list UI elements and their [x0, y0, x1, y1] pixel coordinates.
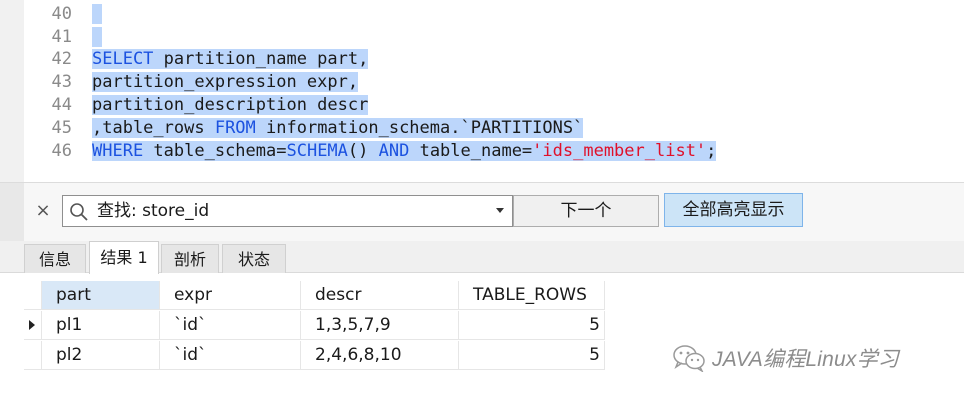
editor-line[interactable]: 45 ,table_rows FROM information_schema.`P… — [0, 117, 964, 140]
code-text: partition_expression expr, — [92, 71, 359, 94]
cell-descr[interactable]: 1,3,5,7,9 — [301, 311, 459, 340]
sql-token: ,table_rows — [92, 118, 215, 138]
code-text — [92, 3, 102, 26]
sql-string: 'ids_member_list' — [532, 141, 707, 161]
close-icon[interactable]: × — [34, 200, 52, 222]
line-number: 46 — [51, 141, 72, 161]
selected-empty-line — [92, 26, 102, 49]
wechat-icon — [673, 345, 705, 372]
tab-status[interactable]: 状态 — [222, 244, 286, 273]
column-header-descr[interactable]: descr — [301, 281, 459, 310]
cell-part[interactable]: pl1 — [42, 311, 160, 340]
editor-line[interactable]: 40 — [0, 3, 964, 26]
editor-line[interactable]: 46 WHERE table_schema=SCHEMA() AND table_… — [0, 140, 964, 163]
selected-empty-line — [92, 3, 102, 26]
current-row-icon — [29, 320, 35, 330]
line-number: 45 — [51, 118, 72, 138]
sql-keyword: SELECT — [92, 49, 154, 69]
find-next-button[interactable]: 下一个 — [513, 195, 659, 227]
selection-highlight: ,table_rows FROM information_schema.`PAR… — [92, 118, 584, 138]
watermark: JAVA编程Linux学习 — [672, 343, 899, 373]
line-number: 41 — [51, 27, 72, 47]
editor-line[interactable]: 43 partition_expression expr, — [0, 71, 964, 94]
sql-keyword: FROM — [214, 118, 256, 138]
highlight-all-button[interactable]: 全部高亮显示 — [664, 193, 803, 227]
selection-highlight — [92, 4, 102, 24]
sql-token: partition_name part, — [153, 49, 369, 69]
selection-highlight: SELECT partition_name part, — [92, 49, 369, 69]
search-icon — [70, 203, 88, 221]
sql-keyword: WHERE — [92, 141, 144, 161]
code-text: WHERE table_schema=SCHEMA() AND table_na… — [92, 140, 717, 163]
sql-token: ; — [706, 141, 717, 161]
sql-token: table_schema= — [143, 141, 287, 161]
cell-expr[interactable]: `id` — [160, 311, 301, 340]
sql-keyword: AND — [378, 141, 410, 161]
cell-table-rows[interactable]: 5 — [459, 311, 605, 340]
selection-highlight — [92, 27, 102, 47]
sql-token: partition_expression expr, — [92, 72, 359, 92]
sql-keyword: SCHEMA — [286, 141, 348, 161]
editor-line[interactable]: 42 SELECT partition_name part, — [0, 48, 964, 71]
sql-token: information_schema.`PARTITIONS` — [255, 118, 584, 138]
row-selector[interactable] — [24, 341, 42, 370]
tab-info[interactable]: 信息 — [24, 244, 86, 273]
code-text: SELECT partition_name part, — [92, 48, 369, 71]
selection-highlight: partition_description descr — [92, 95, 369, 115]
selection-highlight: partition_expression expr, — [92, 72, 359, 92]
cell-descr[interactable]: 2,4,6,8,10 — [301, 341, 459, 370]
cell-table-rows[interactable]: 5 — [459, 341, 605, 370]
column-header-part[interactable]: part — [42, 281, 160, 310]
cell-expr[interactable]: `id` — [160, 341, 301, 370]
code-text — [92, 26, 102, 49]
column-header-expr[interactable]: expr — [160, 281, 301, 310]
tab-result-1[interactable]: 结果 1 — [89, 241, 159, 274]
tab-analysis[interactable]: 剖析 — [161, 244, 219, 273]
watermark-text: JAVA编程Linux学习 — [712, 348, 900, 371]
find-input[interactable]: 查找: store_id — [62, 195, 513, 227]
selection-highlight: WHERE table_schema=SCHEMA() AND table_na… — [92, 141, 717, 161]
sql-token: table_name= — [409, 141, 533, 161]
editor-line[interactable]: 41 — [0, 26, 964, 49]
left-strip — [0, 183, 24, 241]
column-header-table-rows[interactable]: TABLE_ROWS — [459, 281, 605, 310]
chevron-down-icon[interactable] — [496, 208, 504, 213]
sql-token: () — [347, 141, 379, 161]
code-text: ,table_rows FROM information_schema.`PAR… — [92, 117, 584, 140]
sql-editor[interactable]: 40 41 42 SELECT partition_name part, 43 parti… — [0, 0, 964, 182]
line-number: 43 — [51, 72, 72, 92]
line-number: 44 — [51, 95, 72, 115]
sql-token: partition_description descr — [92, 95, 369, 115]
line-number: 40 — [51, 4, 72, 24]
line-number: 42 — [51, 49, 72, 69]
cell-part[interactable]: pl2 — [42, 341, 160, 370]
editor-line[interactable]: 44 partition_description descr — [0, 94, 964, 117]
find-input-text: 查找: store_id — [97, 201, 210, 221]
code-text: partition_description descr — [92, 94, 369, 117]
row-selector[interactable] — [24, 311, 42, 340]
row-header-corner — [24, 281, 42, 310]
